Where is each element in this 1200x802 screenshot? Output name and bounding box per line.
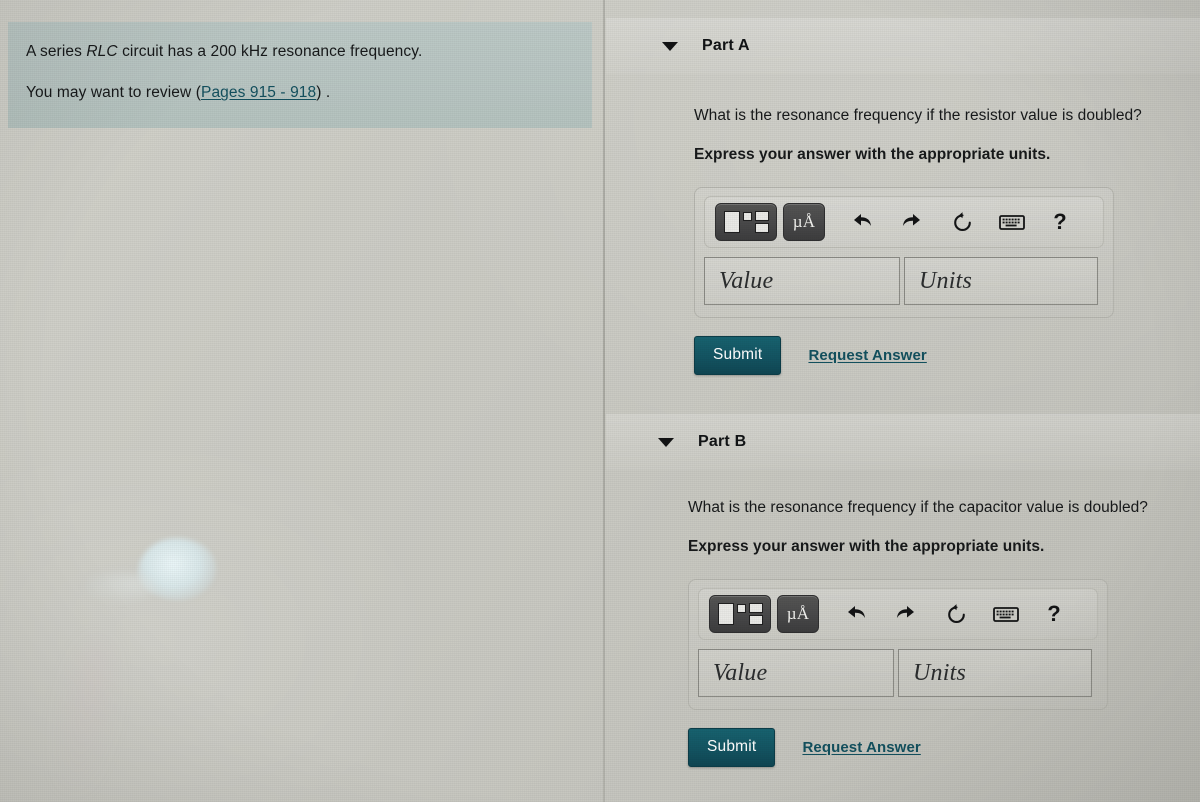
part-a-submit-button[interactable]: Submit <box>694 336 782 376</box>
math-template-icon <box>723 211 769 234</box>
part-a-action-row: Submit Request Answer <box>694 336 1200 376</box>
part-b-question-text: What is the resonance frequency if the c… <box>688 499 1148 516</box>
part-a-body: What is the resonance frequency if the r… <box>606 106 1200 376</box>
part-a-question-text: What is the resonance frequency if the r… <box>694 107 1142 124</box>
part-a-input-fields: Value Units <box>704 257 1104 306</box>
template-fraction-icon <box>754 211 769 234</box>
help-question-mark-icon[interactable]: ? <box>1039 599 1069 629</box>
template-superscript-box <box>736 604 746 614</box>
part-a-request-answer-link[interactable]: Request Answer <box>808 347 926 364</box>
pages-reference-link[interactable]: Pages 915 - 918 <box>201 84 316 101</box>
undo-arrow-icon[interactable] <box>847 207 877 237</box>
question-statement-italic-term: RLC <box>86 43 118 60</box>
redo-arrow-icon[interactable] <box>891 599 921 629</box>
redo-arrow-glyph <box>903 214 920 227</box>
template-superscript-box <box>742 212 752 222</box>
part-a-title: Part A <box>702 37 750 54</box>
part-b-answer-toolbar: µÅ ? <box>698 588 1098 641</box>
help-question-mark-icon[interactable]: ? <box>1045 207 1075 237</box>
caret-down-icon[interactable] <box>658 437 674 447</box>
units-palette-button[interactable]: µÅ <box>783 203 825 242</box>
part-a-value-input[interactable]: Value <box>704 257 900 306</box>
question-statement-prefix: A series <box>26 43 87 60</box>
part-b-answer-widget: µÅ ? Value Units <box>688 579 1108 711</box>
caret-down-icon[interactable] <box>662 41 678 51</box>
part-a-answer-widget: µÅ ? Value Units <box>694 187 1114 319</box>
part-b-request-answer-link[interactable]: Request Answer <box>802 739 920 756</box>
units-palette-label: µÅ <box>786 604 810 624</box>
undo-arrow-glyph <box>848 606 865 619</box>
part-b-title: Part B <box>698 433 747 450</box>
part-b-action-row: Submit Request Answer <box>688 728 1200 768</box>
part-a-answer-toolbar: µÅ ? <box>704 196 1104 249</box>
right-answer-pane: Part A What is the resonance frequency i… <box>606 0 1200 802</box>
redo-arrow-icon[interactable] <box>897 207 927 237</box>
question-statement-box: A series RLC circuit has a 200 kHz reson… <box>8 22 592 128</box>
template-base-box <box>717 603 734 626</box>
reset-circular-arrow-icon[interactable] <box>947 207 977 237</box>
units-palette-label: µÅ <box>792 212 816 232</box>
question-statement-suffix: circuit has a 200 kHz resonance frequenc… <box>117 43 423 60</box>
screen-glare-highlight <box>138 538 216 600</box>
reset-arrow-glyph <box>953 211 971 231</box>
keyboard-glyph <box>999 214 1025 230</box>
reset-arrow-glyph <box>947 603 965 623</box>
math-template-button[interactable] <box>715 203 777 242</box>
part-b-input-fields: Value Units <box>698 649 1098 698</box>
part-a-units-input[interactable]: Units <box>904 257 1098 306</box>
question-statement-line: A series RLC circuit has a 200 kHz reson… <box>26 42 574 61</box>
keyboard-icon[interactable] <box>991 599 1021 629</box>
template-fraction-icon <box>748 603 763 626</box>
review-note-line: You may want to review (Pages 915 - 918)… <box>26 83 574 102</box>
screenshot-page: A series RLC circuit has a 200 kHz reson… <box>0 0 1200 802</box>
units-palette-button[interactable]: µÅ <box>777 595 819 634</box>
part-b-units-placeholder: Units <box>913 659 967 686</box>
part-b-value-placeholder: Value <box>713 659 768 686</box>
screen-glare-streak <box>47 636 125 794</box>
part-b-header[interactable]: Part B <box>606 414 1200 470</box>
keyboard-glyph <box>993 606 1019 622</box>
part-b-instruction-text: Express your answer with the appropriate… <box>688 538 1045 556</box>
part-a-header[interactable]: Part A <box>606 18 1200 74</box>
keyboard-icon[interactable] <box>997 207 1027 237</box>
part-b-units-input[interactable]: Units <box>898 649 1092 698</box>
part-a-value-placeholder: Value <box>719 267 774 294</box>
part-b-body: What is the resonance frequency if the c… <box>606 498 1200 768</box>
pane-divider <box>603 0 605 802</box>
redo-arrow-glyph <box>897 606 914 619</box>
review-note-suffix: ) . <box>316 84 331 102</box>
part-a-units-placeholder: Units <box>919 267 973 294</box>
math-template-icon <box>717 603 763 626</box>
screen-glare-secondary <box>84 572 156 602</box>
math-template-button[interactable] <box>709 595 771 634</box>
part-a-instruction-text: Express your answer with the appropriate… <box>694 146 1051 164</box>
reset-circular-arrow-icon[interactable] <box>941 599 971 629</box>
part-b-submit-button[interactable]: Submit <box>688 728 776 768</box>
undo-arrow-icon[interactable] <box>841 599 871 629</box>
undo-arrow-glyph <box>854 214 871 227</box>
part-b-value-input[interactable]: Value <box>698 649 894 698</box>
review-note-prefix: You may want to review ( <box>26 84 201 102</box>
template-base-box <box>723 211 740 234</box>
left-question-pane: A series RLC circuit has a 200 kHz reson… <box>0 0 604 802</box>
